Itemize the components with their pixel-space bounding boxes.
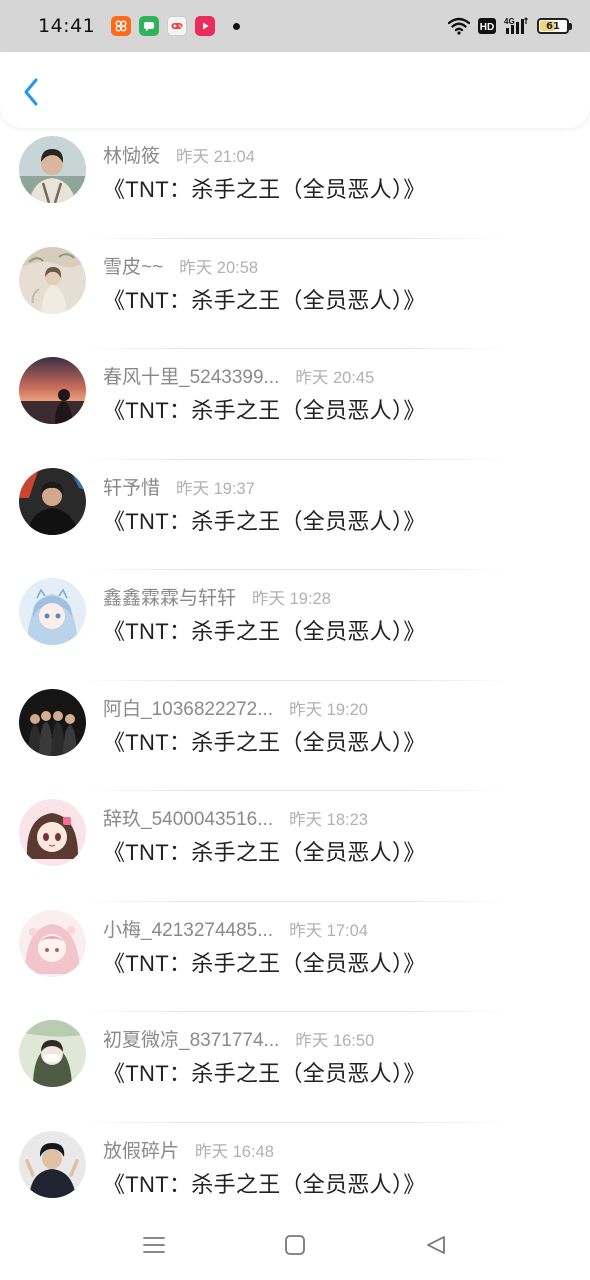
list-item[interactable]: 轩予惜 昨天 19:37 《TNT：杀手之王（全员恶人）》 xyxy=(0,460,590,570)
item-meta: 辞玖_5400043516... 昨天 18:23 xyxy=(103,804,368,831)
user-name[interactable]: 放假碎片 xyxy=(103,1136,179,1163)
message-text[interactable]: 《TNT：杀手之王（全员恶人）》 xyxy=(103,946,426,978)
battery-indicator: 61 xyxy=(537,18,572,34)
video-app-icon xyxy=(195,16,216,36)
avatar[interactable] xyxy=(19,1130,86,1198)
home-icon xyxy=(285,1235,305,1255)
list-item[interactable]: 春风十里_5243399... 昨天 20:45 《TNT：杀手之王（全员恶人）… xyxy=(0,349,590,460)
notification-icons xyxy=(111,16,241,36)
message-text[interactable]: 《TNT：杀手之王（全员恶人）》 xyxy=(103,283,426,315)
timestamp: 昨天 20:58 xyxy=(179,258,259,277)
user-name[interactable]: 初夏微凉_8371774... xyxy=(103,1025,279,1052)
system-navigation-bar xyxy=(0,1210,590,1280)
user-name[interactable]: 春风十里_5243399... xyxy=(103,362,279,389)
more-notifications-dot xyxy=(233,22,241,30)
message-text[interactable]: 《TNT：杀手之王（全员恶人）》 xyxy=(103,1056,426,1088)
item-meta: 雪皮~~ 昨天 20:58 xyxy=(103,252,258,279)
item-meta: 放假碎片 昨天 16:48 xyxy=(103,1136,274,1163)
message-text[interactable]: 《TNT：杀手之王（全员恶人）》 xyxy=(103,835,426,867)
message-text[interactable]: 《TNT：杀手之王（全员恶人）》 xyxy=(103,172,426,204)
list-item[interactable]: 辞玖_5400043516... 昨天 18:23 《TNT：杀手之王（全员恶人… xyxy=(0,791,590,902)
avatar[interactable] xyxy=(19,1020,86,1087)
battery-level: 61 xyxy=(546,20,560,32)
user-name[interactable]: 阿白_1036822272... xyxy=(103,694,273,721)
cellular-signal-icon: 4G xyxy=(504,17,528,34)
avatar[interactable] xyxy=(19,799,86,866)
list-item[interactable]: 雪皮~~ 昨天 20:58 《TNT：杀手之王（全员恶人）》 xyxy=(0,239,590,349)
timestamp: 昨天 18:23 xyxy=(289,811,368,829)
avatar[interactable] xyxy=(19,909,86,977)
battery-icon: 61 xyxy=(537,18,569,34)
timestamp: 昨天 20:45 xyxy=(295,369,375,387)
list-item[interactable]: 林恸筱 昨天 21:04 《TNT：杀手之王（全员恶人）》 xyxy=(0,128,590,239)
avatar[interactable] xyxy=(19,246,86,314)
message-text[interactable]: 《TNT：杀手之王（全员恶人）》 xyxy=(103,504,426,536)
battery-cap xyxy=(569,22,572,30)
timestamp: 昨天 21:04 xyxy=(176,148,255,166)
item-meta: 阿白_1036822272... 昨天 19:20 xyxy=(103,694,368,721)
avatar[interactable] xyxy=(19,136,86,203)
system-back-button[interactable] xyxy=(419,1228,453,1262)
timestamp: 昨天 17:04 xyxy=(289,921,368,940)
share-list: 林恸筱 昨天 21:04 《TNT：杀手之王（全员恶人）》 雪皮~~ 昨天 20… xyxy=(0,128,590,1233)
item-meta: 鑫鑫霖霖与轩轩 昨天 19:28 xyxy=(103,583,331,610)
list-item[interactable]: 鑫鑫霖霖与轩轩 昨天 19:28 《TNT：杀手之王（全员恶人）》 xyxy=(0,570,590,681)
status-indicators: HD 4G 61 xyxy=(448,16,572,36)
chevron-left-icon xyxy=(24,78,38,106)
svg-text:HD: HD xyxy=(480,22,494,33)
status-time: 14:41 xyxy=(38,15,96,37)
user-name[interactable]: 林恸筱 xyxy=(103,141,160,168)
home-button[interactable] xyxy=(278,1228,312,1262)
timestamp: 昨天 19:37 xyxy=(176,479,255,498)
menu-button[interactable] xyxy=(137,1228,171,1262)
timestamp: 昨天 16:48 xyxy=(195,1142,274,1161)
item-meta: 轩予惜 昨天 19:37 xyxy=(103,473,255,500)
user-name[interactable]: 轩予惜 xyxy=(103,473,160,500)
avatar[interactable] xyxy=(19,357,86,424)
message-text[interactable]: 《TNT：杀手之王（全员恶人）》 xyxy=(103,614,426,646)
item-meta: 春风十里_5243399... 昨天 20:45 xyxy=(103,362,374,389)
avatar[interactable] xyxy=(19,688,86,756)
back-button[interactable] xyxy=(16,76,46,108)
timestamp: 昨天 19:20 xyxy=(289,700,368,719)
hd-icon: HD xyxy=(478,18,496,34)
avatar[interactable] xyxy=(19,467,86,535)
item-meta: 小梅_4213274485... 昨天 17:04 xyxy=(103,915,368,942)
timestamp: 昨天 16:50 xyxy=(295,1032,375,1050)
user-name[interactable]: 鑫鑫霖霖与轩轩 xyxy=(103,583,236,610)
user-name[interactable]: 小梅_4213274485... xyxy=(103,915,273,942)
menu-icon xyxy=(143,1237,165,1253)
timestamp: 昨天 19:28 xyxy=(252,590,331,608)
list-item[interactable]: 初夏微凉_8371774... 昨天 16:50 《TNT：杀手之王（全员恶人）… xyxy=(0,1012,590,1123)
header xyxy=(0,52,590,128)
message-text[interactable]: 《TNT：杀手之王（全员恶人）》 xyxy=(103,725,426,757)
message-app-icon xyxy=(139,16,160,36)
back-triangle-icon xyxy=(427,1236,445,1254)
item-meta: 林恸筱 昨天 21:04 xyxy=(103,141,255,168)
item-meta: 初夏微凉_8371774... 昨天 16:50 xyxy=(103,1025,374,1052)
user-name[interactable]: 辞玖_5400043516... xyxy=(103,804,273,831)
message-text[interactable]: 《TNT：杀手之王（全员恶人）》 xyxy=(103,1167,426,1199)
game-app-icon xyxy=(167,16,188,36)
taobao-app-icon xyxy=(111,16,132,36)
status-bar: 14:41 HD 4G 61 xyxy=(0,0,590,52)
wifi-icon xyxy=(448,17,470,35)
user-name[interactable]: 雪皮~~ xyxy=(103,252,163,279)
list-item[interactable]: 小梅_4213274485... 昨天 17:04 《TNT：杀手之王（全员恶人… xyxy=(0,902,590,1012)
list-item[interactable]: 阿白_1036822272... 昨天 19:20 《TNT：杀手之王（全员恶人… xyxy=(0,681,590,791)
avatar[interactable] xyxy=(19,578,86,645)
message-text[interactable]: 《TNT：杀手之王（全员恶人）》 xyxy=(103,393,426,425)
svg-text:4G: 4G xyxy=(504,17,515,26)
